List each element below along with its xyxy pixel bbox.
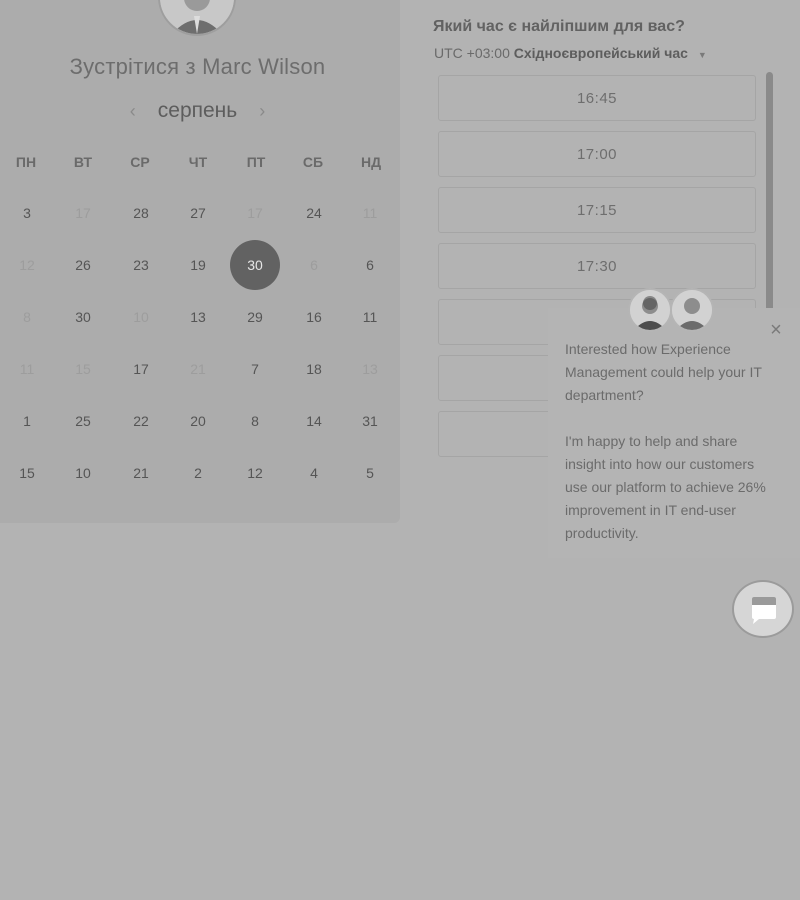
chat-bubble-icon (752, 597, 776, 624)
calendar-day[interactable]: 27 (173, 188, 223, 238)
calendar-day: 8 (23, 309, 31, 325)
calendar-day[interactable]: 10 (58, 448, 108, 498)
calendar-day[interactable]: 22 (116, 396, 166, 446)
calendar-day[interactable]: 12 (230, 448, 280, 498)
calendar-day[interactable]: 19 (173, 240, 223, 290)
calendar-day[interactable]: 11 (345, 292, 395, 342)
calendar-day[interactable]: 4 (289, 448, 339, 498)
weekday-label: СБ (302, 154, 324, 170)
weekday-label: ВТ (73, 154, 93, 170)
host-avatar (158, 0, 236, 36)
time-slot[interactable]: 16:45 (438, 75, 756, 121)
weekday-header: ПН ВТ СР ЧТ ПТ СБ НД (0, 154, 400, 174)
chat-launcher-button[interactable] (732, 580, 794, 638)
calendar-day[interactable]: 29 (230, 292, 280, 342)
calendar-day[interactable]: 16 (289, 292, 339, 342)
calendar-day: 13 (362, 361, 378, 377)
caret-down-icon: ▼ (697, 50, 707, 60)
weekday-label: НД (360, 154, 382, 170)
agent-avatar (628, 288, 672, 332)
time-slot[interactable]: 17:30 (438, 243, 756, 289)
timezone-name: Східноєвропейський час (513, 45, 688, 61)
chat-agent-avatars (628, 288, 718, 334)
chat-message-detail: I'm happy to help and share insight into… (565, 433, 766, 541)
calendar-day: 17 (247, 205, 263, 221)
calendar-day: 12 (19, 257, 35, 273)
calendar-day[interactable]: 14 (289, 396, 339, 446)
calendar-day[interactable]: 15 (2, 448, 52, 498)
month-navigation: ‹ серпень › (0, 98, 395, 124)
calendar-day: 10 (133, 309, 149, 325)
calendar-day[interactable]: 5 (345, 448, 395, 498)
calendar-day-selected[interactable]: 30 (230, 240, 280, 290)
calendar-day[interactable]: 3 (2, 188, 52, 238)
calendar-day[interactable]: 13 (173, 292, 223, 342)
timezone-offset: UTC +03:00 (434, 45, 510, 61)
weekday-label: ЧТ (188, 154, 208, 170)
calendar-day: 6 (310, 257, 318, 273)
chevron-left-icon[interactable]: ‹ (126, 101, 140, 122)
calendar-day: 21 (190, 361, 206, 377)
calendar-grid: 3 17 28 27 17 24 11 12 26 23 19 30 6 6 8 30 10 13 29 16 11 11… (0, 188, 400, 498)
calendar-day[interactable]: 18 (289, 344, 339, 394)
agent-avatar (670, 288, 714, 332)
time-question: Який час є найліпшим для вас? (433, 18, 685, 35)
meeting-title: Зустрітися з Marc Wilson (69, 54, 326, 79)
calendar-day[interactable]: 26 (58, 240, 108, 290)
chat-message: Interested how Experience Management cou… (565, 338, 780, 568)
chat-message-intro: Interested how Experience Management cou… (565, 341, 762, 403)
calendar-day[interactable]: 2 (173, 448, 223, 498)
calendar-day[interactable]: 8 (230, 396, 280, 446)
calendar-day: 11 (19, 361, 35, 377)
close-icon[interactable]: × (767, 320, 785, 340)
chevron-right-icon[interactable]: › (255, 101, 269, 122)
calendar-day: 15 (75, 361, 91, 377)
calendar-day[interactable]: 31 (345, 396, 395, 446)
scrollbar[interactable] (766, 72, 773, 312)
weekday-label: ПН (15, 154, 37, 170)
calendar-day[interactable]: 17 (116, 344, 166, 394)
calendar-day[interactable]: 23 (116, 240, 166, 290)
month-label: серпень (157, 99, 238, 122)
calendar-day[interactable]: 20 (173, 396, 223, 446)
weekday-label: СР (130, 154, 150, 170)
calendar-day[interactable]: 21 (116, 448, 166, 498)
calendar-day: 17 (75, 205, 91, 221)
time-slot[interactable]: 17:15 (438, 187, 756, 233)
calendar-day: 11 (362, 205, 378, 221)
calendar-day[interactable]: 25 (58, 396, 108, 446)
weekday-label: ПТ (246, 154, 266, 170)
calendar-day[interactable]: 7 (230, 344, 280, 394)
calendar-day[interactable]: 6 (345, 240, 395, 290)
calendar-day[interactable]: 30 (58, 292, 108, 342)
calendar-day[interactable]: 24 (289, 188, 339, 238)
calendar-day[interactable]: 1 (2, 396, 52, 446)
time-slot[interactable]: 17:00 (438, 131, 756, 177)
calendar-day[interactable]: 28 (116, 188, 166, 238)
calendar-panel: Зустрітися з Marc Wilson ‹ серпень › ПН В… (0, 0, 400, 523)
timezone-select[interactable]: UTC +03:00 Східноєвропейський час ▼ (434, 45, 707, 61)
